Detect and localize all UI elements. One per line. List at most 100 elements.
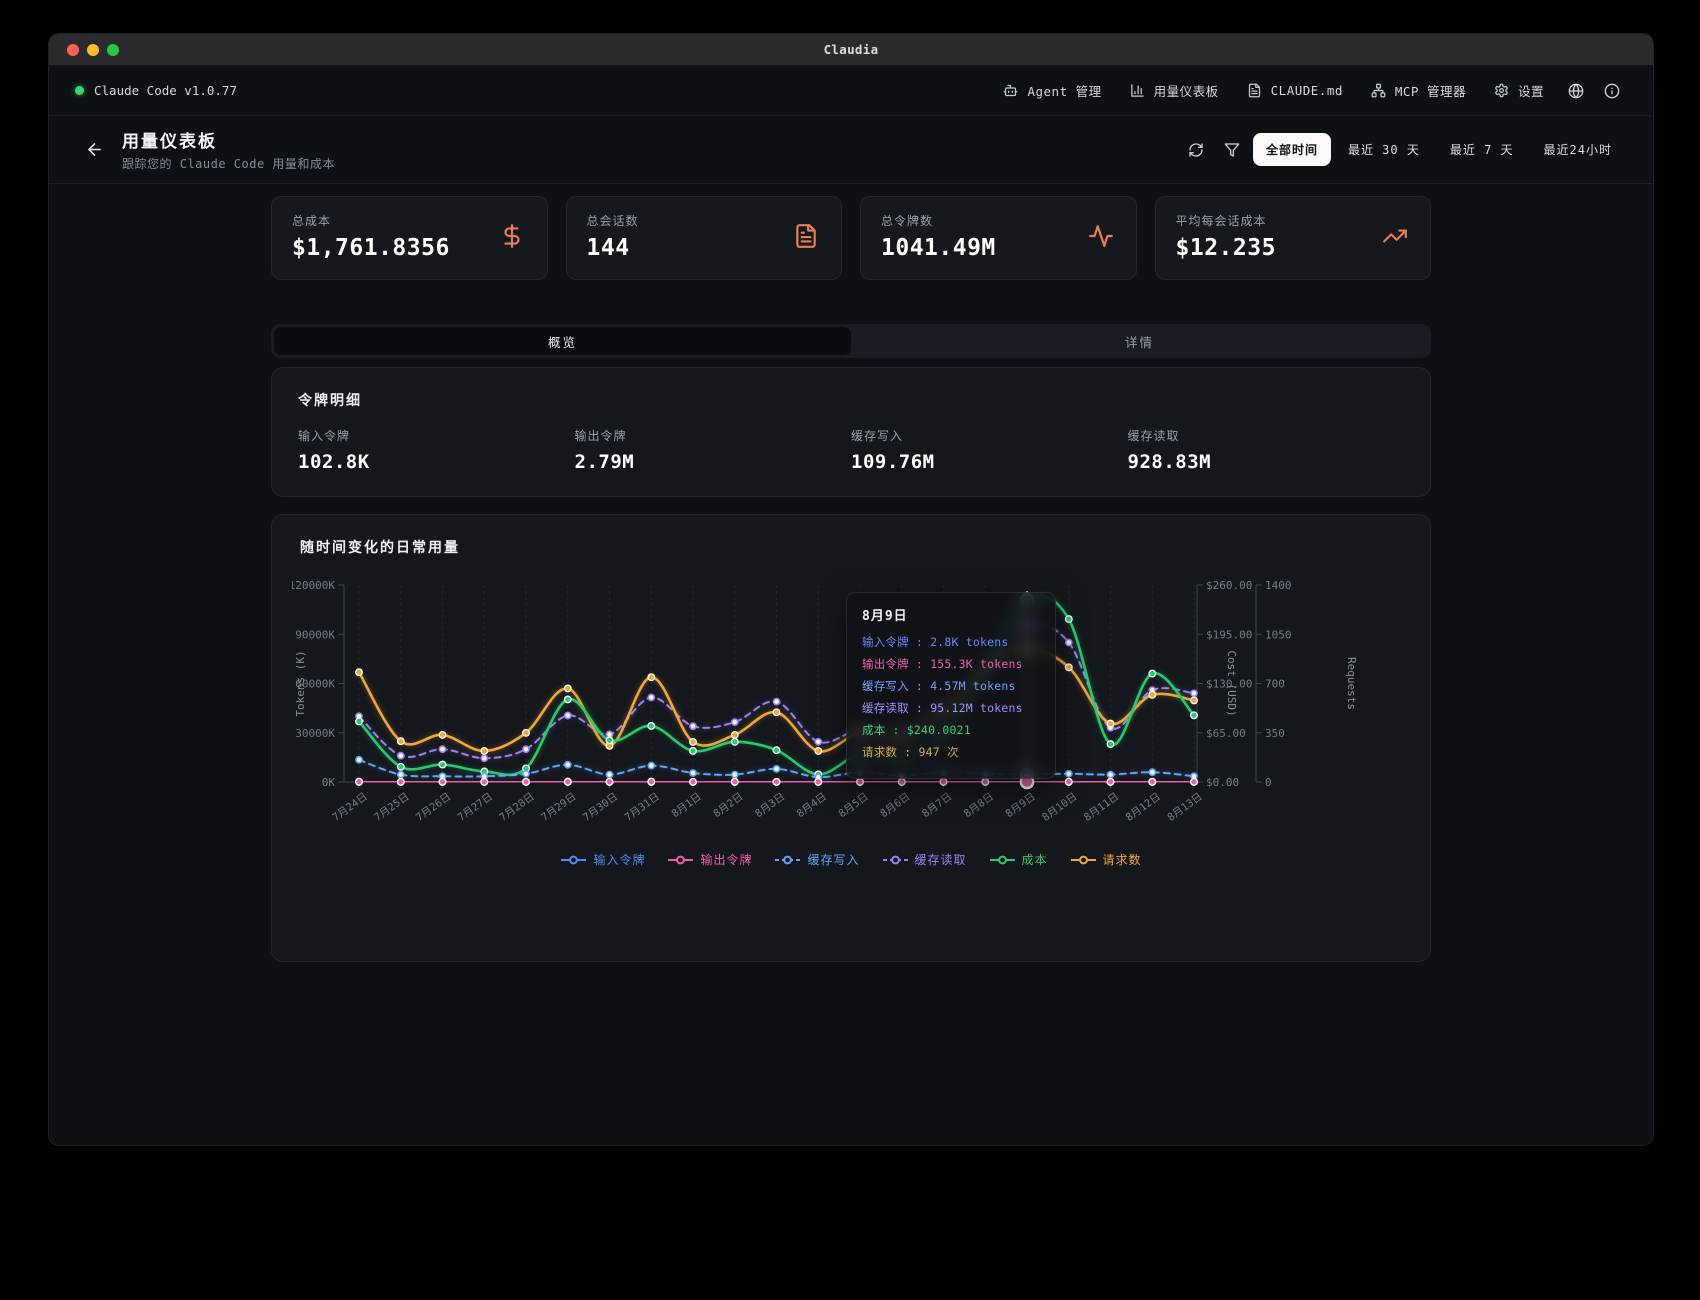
window-title: Claudia [824, 42, 879, 57]
time-range-7-days[interactable]: 最近 7 天 [1437, 133, 1527, 166]
svg-text:7月30日: 7月30日 [581, 791, 620, 824]
page-title: 用量仪表板 [122, 127, 335, 152]
main-content: 总成本$1,761.8356总会话数144总令牌数1041.49M平均每会话成本… [271, 196, 1431, 962]
nav-item-mcp-manager[interactable]: MCP 管理器 [1360, 74, 1477, 107]
language-button[interactable] [1561, 76, 1591, 106]
trending-up-icon [1382, 223, 1408, 253]
legend-item-3[interactable]: 缓存读取 [882, 851, 967, 868]
nav-item-label: 用量仪表板 [1154, 81, 1219, 100]
legend-line-icon [882, 854, 909, 866]
close-window-button[interactable] [67, 44, 79, 56]
nav-item-claude-md[interactable]: CLAUDE.md [1236, 76, 1354, 105]
svg-text:$0.00: $0.00 [1206, 776, 1239, 789]
nav-item-usage-dashboard[interactable]: 用量仪表板 [1119, 74, 1230, 107]
activity-icon [1088, 223, 1114, 249]
svg-text:1400: 1400 [1265, 579, 1292, 592]
chart-area: 120000K90000K60000K30000K0K$260.00$195.0… [292, 571, 1412, 829]
stat-card-3: 平均每会话成本$12.235 [1155, 196, 1432, 280]
zoom-window-button[interactable] [107, 44, 119, 56]
svg-text:8月9日: 8月9日 [1003, 791, 1037, 820]
token-breakdown-grid: 输入令牌102.8K输出令牌2.79M缓存写入109.76M缓存读取928.83… [298, 427, 1404, 473]
app-window: Claudia Claude Code v1.0.77 Agent 管理用量仪表… [48, 33, 1654, 1146]
status-dot-icon [75, 86, 84, 95]
svg-text:350: 350 [1265, 727, 1285, 740]
desktop-background: { "window": { "title": "Claudia" }, "top… [0, 0, 1700, 1300]
stat-value: $12.235 [1176, 235, 1411, 261]
svg-text:Cost (USD): Cost (USD) [1225, 650, 1238, 716]
time-range-group: 全部时间最近 30 天最近 7 天最近24小时 [1253, 133, 1625, 166]
info-icon [1604, 83, 1620, 99]
token-breakdown-item: 输出令牌 2.79M [575, 427, 852, 473]
filter-button[interactable] [1217, 135, 1247, 165]
page-titles: 用量仪表板 跟踪您的 Claude Code 用量和成本 [122, 127, 335, 172]
legend-label: 输入令牌 [593, 851, 645, 868]
tab-overview[interactable]: 概览 [274, 327, 851, 355]
refresh-icon [1188, 142, 1204, 158]
svg-text:$260.00: $260.00 [1206, 579, 1252, 592]
token-breakdown-label: 输入令牌 [298, 427, 575, 444]
svg-text:8月7日: 8月7日 [920, 791, 954, 820]
legend-label: 请求数 [1103, 851, 1142, 868]
svg-text:7月25日: 7月25日 [372, 791, 411, 824]
refresh-button[interactable] [1181, 135, 1211, 165]
legend-item-5[interactable]: 请求数 [1070, 851, 1142, 868]
nav-items: Agent 管理 用量仪表板 CLAUDE.md MCP 管理器设置 [992, 74, 1627, 107]
svg-text:90000K: 90000K [295, 628, 335, 641]
bot-icon [1003, 83, 1018, 98]
token-breakdown-label: 输出令牌 [575, 427, 852, 444]
legend-line-icon [774, 854, 801, 866]
bar-chart-icon [1130, 83, 1145, 98]
tab-bar: 概览详情 [271, 324, 1431, 358]
svg-text:8月3日: 8月3日 [753, 791, 787, 820]
time-range-24-hours[interactable]: 最近24小时 [1531, 133, 1625, 166]
stat-card-0: 总成本$1,761.8356 [271, 196, 548, 280]
legend-item-2[interactable]: 缓存写入 [774, 851, 859, 868]
svg-text:8月2日: 8月2日 [711, 791, 745, 820]
app-version: Claude Code v1.0.77 [75, 83, 237, 98]
legend-item-4[interactable]: 成本 [989, 851, 1048, 868]
filter-icon [1224, 142, 1240, 158]
arrow-left-icon [85, 140, 104, 159]
file-text-icon [793, 223, 819, 253]
token-breakdown-value: 109.76M [851, 451, 1128, 473]
svg-text:1050: 1050 [1265, 628, 1292, 641]
tab-details[interactable]: 详情 [851, 327, 1428, 355]
nav-item-label: MCP 管理器 [1395, 81, 1466, 100]
nav-item-label: CLAUDE.md [1271, 83, 1343, 98]
svg-text:8月6日: 8月6日 [878, 791, 912, 820]
legend-item-0[interactable]: 输入令牌 [560, 851, 645, 868]
nav-item-settings[interactable]: 设置 [1483, 74, 1555, 107]
app-version-label: Claude Code v1.0.77 [94, 83, 237, 98]
legend-label: 缓存读取 [915, 851, 967, 868]
svg-text:7月27日: 7月27日 [456, 791, 495, 824]
nav-item-agent-manager[interactable]: Agent 管理 [992, 74, 1112, 107]
svg-text:7月26日: 7月26日 [414, 791, 453, 824]
time-range-30-days[interactable]: 最近 30 天 [1335, 133, 1433, 166]
svg-text:8月8日: 8月8日 [962, 791, 996, 820]
back-button[interactable] [77, 133, 111, 167]
svg-text:30000K: 30000K [295, 727, 335, 740]
stat-card-1: 总会话数144 [566, 196, 843, 280]
globe-icon [1568, 83, 1584, 99]
legend-item-1[interactable]: 输出令牌 [667, 851, 752, 868]
trending-up-icon [1382, 223, 1408, 249]
header-actions: 全部时间最近 30 天最近 7 天最近24小时 [1181, 133, 1625, 166]
svg-text:Requests: Requests [1345, 657, 1358, 710]
token-breakdown-value: 2.79M [575, 451, 852, 473]
svg-text:7月29日: 7月29日 [539, 791, 578, 824]
legend-label: 缓存写入 [807, 851, 859, 868]
token-breakdown-value: 928.83M [1128, 451, 1405, 473]
minimize-window-button[interactable] [87, 44, 99, 56]
svg-text:700: 700 [1265, 678, 1285, 691]
dollar-icon [499, 223, 525, 253]
token-breakdown-item: 输入令牌102.8K [298, 427, 575, 473]
info-button[interactable] [1597, 76, 1627, 106]
token-breakdown-label: 缓存写入 [851, 427, 1128, 444]
svg-text:8月10日: 8月10日 [1040, 791, 1079, 824]
svg-text:8月12日: 8月12日 [1124, 791, 1163, 824]
legend-line-icon [1070, 854, 1097, 866]
svg-text:8月11日: 8月11日 [1082, 791, 1121, 824]
usage-line-chart[interactable]: 120000K90000K60000K30000K0K$260.00$195.0… [292, 571, 1412, 829]
stat-card-2: 总令牌数1041.49M [860, 196, 1137, 280]
time-range-all-time[interactable]: 全部时间 [1253, 133, 1331, 166]
